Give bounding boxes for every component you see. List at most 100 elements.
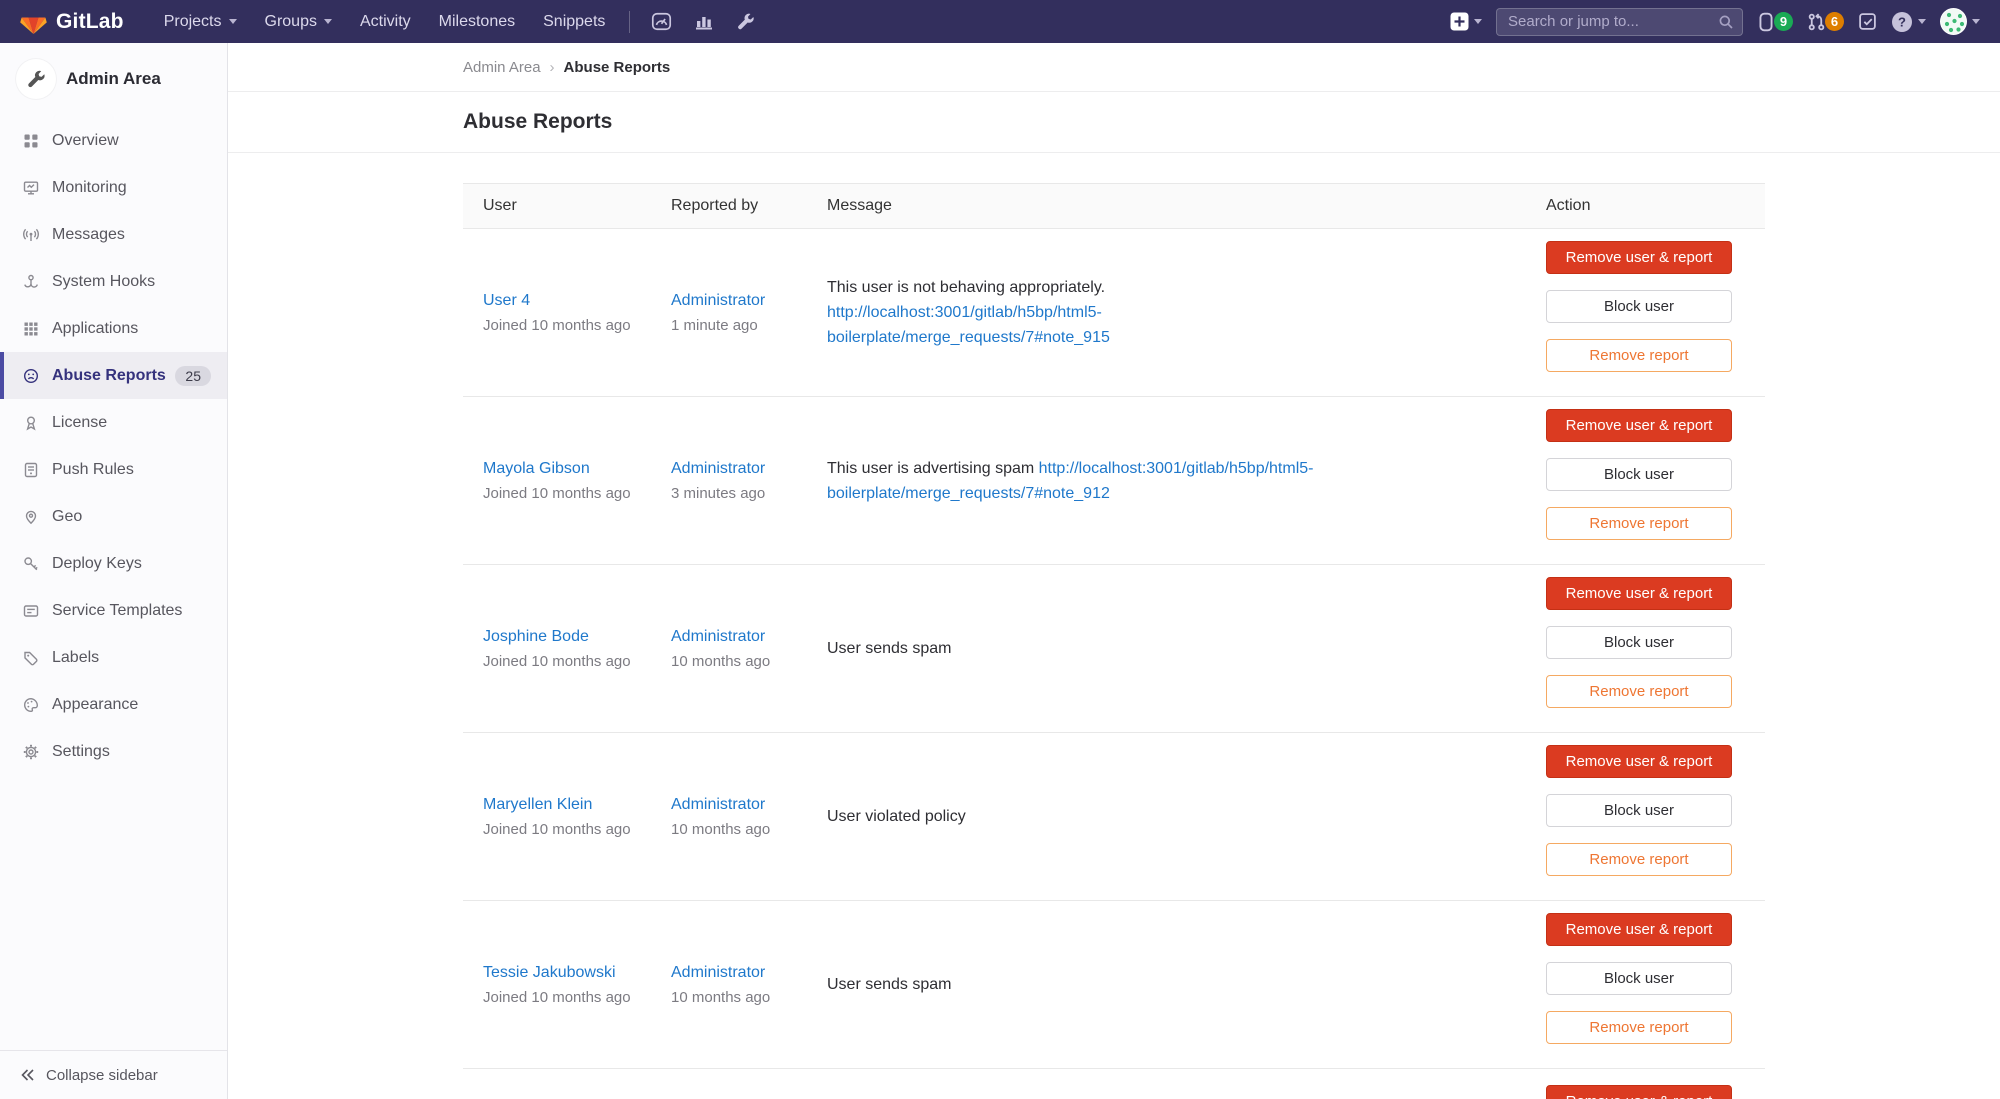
block-user-button[interactable]: Block user	[1546, 626, 1732, 659]
user-avatar	[1940, 8, 1967, 35]
plus-square-icon	[1450, 12, 1469, 31]
nav-projects[interactable]: Projects	[150, 3, 251, 41]
sidebar-item-appearance[interactable]: Appearance	[0, 681, 227, 728]
sidebar-item-license[interactable]: License	[0, 399, 227, 446]
hook-icon	[22, 274, 40, 290]
sidebar-item-push-rules[interactable]: Push Rules	[0, 446, 227, 493]
remove-report-button[interactable]: Remove report	[1546, 1011, 1732, 1044]
sidebar-item-labels[interactable]: Labels	[0, 634, 227, 681]
user-joined-date: Joined 10 months ago	[483, 653, 671, 670]
collapse-sidebar-button[interactable]: Collapse sidebar	[0, 1050, 227, 1099]
user-link[interactable]: User 4	[483, 292, 530, 310]
help-menu-button[interactable]: ?	[1891, 11, 1926, 33]
sidebar-item-overview[interactable]: Overview	[0, 117, 227, 164]
report-message: This user is advertising spam http://loc…	[827, 456, 1375, 506]
user-link[interactable]: Josphine Bode	[483, 628, 589, 646]
nav-snippets[interactable]: Snippets	[529, 3, 619, 41]
gitlab-logo[interactable]: GitLab	[20, 9, 124, 35]
sidebar-item-geo[interactable]: Geo	[0, 493, 227, 540]
remove-user-and-report-button[interactable]: Remove user & report	[1546, 409, 1732, 442]
block-user-button[interactable]: Block user	[1546, 962, 1732, 995]
user-link[interactable]: Mayola Gibson	[483, 460, 590, 478]
todos-button[interactable]	[1858, 12, 1877, 31]
chevron-down-icon	[1474, 19, 1482, 24]
reporter-link[interactable]: Administrator	[671, 796, 765, 814]
key-icon	[22, 556, 40, 572]
issues-counter[interactable]: 9	[1757, 12, 1793, 32]
sidebar-item-deploy-keys[interactable]: Deploy Keys	[0, 540, 227, 587]
report-message: User sends spam	[827, 636, 1375, 661]
remove-report-button[interactable]: Remove report	[1546, 843, 1732, 876]
column-header-user: User	[463, 197, 671, 215]
sidebar-item-settings[interactable]: Settings	[0, 728, 227, 775]
remove-report-button[interactable]: Remove report	[1546, 507, 1732, 540]
user-menu-button[interactable]	[1940, 8, 1980, 35]
global-search	[1496, 8, 1743, 36]
sidebar-item-applications[interactable]: Applications	[0, 305, 227, 352]
user-joined-date: Joined 10 months ago	[483, 989, 671, 1006]
chevron-down-icon	[1972, 19, 1980, 24]
dashboard-gauge-button[interactable]	[640, 5, 683, 38]
table-header-row: User Reported by Message Action	[463, 183, 1765, 229]
table-row: Josphine Bode Joined 10 months ago Admin…	[463, 565, 1765, 733]
merge-request-icon	[1807, 12, 1826, 32]
table-row: User 4 Joined 10 months ago Administrato…	[463, 229, 1765, 397]
remove-user-and-report-button[interactable]: Remove user & report	[1546, 241, 1732, 274]
nav-groups[interactable]: Groups	[251, 3, 346, 41]
report-message: User violated policy	[827, 804, 1375, 829]
user-link[interactable]: Maryellen Klein	[483, 796, 592, 814]
breadcrumb-separator-icon: ›	[550, 59, 555, 76]
geo-pin-icon	[22, 509, 40, 525]
search-icon	[1718, 14, 1734, 30]
sidebar-item-label: Appearance	[52, 696, 138, 714]
service-templates-icon	[22, 603, 40, 619]
sidebar-item-monitoring[interactable]: Monitoring	[0, 164, 227, 211]
sidebar-item-messages[interactable]: Messages	[0, 211, 227, 258]
sidebar-header[interactable]: Admin Area	[0, 43, 227, 117]
sidebar-item-label: Deploy Keys	[52, 555, 142, 573]
sidebar-item-label: Monitoring	[52, 179, 127, 197]
sidebar-item-label: Push Rules	[52, 461, 134, 479]
admin-area-avatar	[16, 59, 56, 99]
help-icon: ?	[1891, 11, 1913, 33]
wrench-icon	[26, 69, 46, 89]
new-menu-button[interactable]	[1450, 12, 1482, 31]
analytics-chart-button[interactable]	[683, 6, 725, 38]
issues-icon	[1757, 12, 1775, 32]
reported-time: 10 months ago	[671, 989, 827, 1006]
appearance-palette-icon	[22, 697, 40, 713]
remove-report-button[interactable]: Remove report	[1546, 339, 1732, 372]
page-title: Abuse Reports	[463, 110, 1765, 134]
admin-area-button[interactable]	[725, 6, 766, 37]
remove-user-and-report-button[interactable]: Remove user & report	[1546, 1085, 1732, 1099]
column-header-action: Action	[1546, 197, 1765, 215]
search-input[interactable]	[1496, 8, 1743, 36]
breadcrumb-admin-area[interactable]: Admin Area	[463, 59, 541, 76]
table-row: Maryellen Klein Joined 10 months ago Adm…	[463, 733, 1765, 901]
table-row: Tessie Jakubowski Joined 10 months ago A…	[463, 901, 1765, 1069]
remove-report-button[interactable]: Remove report	[1546, 675, 1732, 708]
remove-user-and-report-button[interactable]: Remove user & report	[1546, 745, 1732, 778]
gauge-icon	[651, 11, 672, 32]
reporter-link[interactable]: Administrator	[671, 460, 765, 478]
nav-milestones[interactable]: Milestones	[425, 3, 529, 41]
block-user-button[interactable]: Block user	[1546, 458, 1732, 491]
reporter-link[interactable]: Administrator	[671, 292, 765, 310]
message-link[interactable]: http://localhost:3001/gitlab/h5bp/html5-…	[827, 304, 1110, 346]
collapse-sidebar-label: Collapse sidebar	[46, 1067, 158, 1084]
sidebar-item-service-templates[interactable]: Service Templates	[0, 587, 227, 634]
sidebar-item-abuse-reports[interactable]: Abuse Reports 25	[0, 352, 227, 399]
merge-requests-counter[interactable]: 6	[1807, 12, 1844, 32]
remove-user-and-report-button[interactable]: Remove user & report	[1546, 577, 1732, 610]
brand-wordmark: GitLab	[56, 10, 124, 34]
user-link[interactable]: Tessie Jakubowski	[483, 964, 616, 982]
reporter-link[interactable]: Administrator	[671, 964, 765, 982]
nav-activity[interactable]: Activity	[346, 3, 425, 41]
block-user-button[interactable]: Block user	[1546, 794, 1732, 827]
reporter-link[interactable]: Administrator	[671, 628, 765, 646]
sidebar-item-system-hooks[interactable]: System Hooks	[0, 258, 227, 305]
block-user-button[interactable]: Block user	[1546, 290, 1732, 323]
remove-user-and-report-button[interactable]: Remove user & report	[1546, 913, 1732, 946]
applications-grid-icon	[22, 321, 40, 337]
navbar-divider	[629, 11, 630, 33]
